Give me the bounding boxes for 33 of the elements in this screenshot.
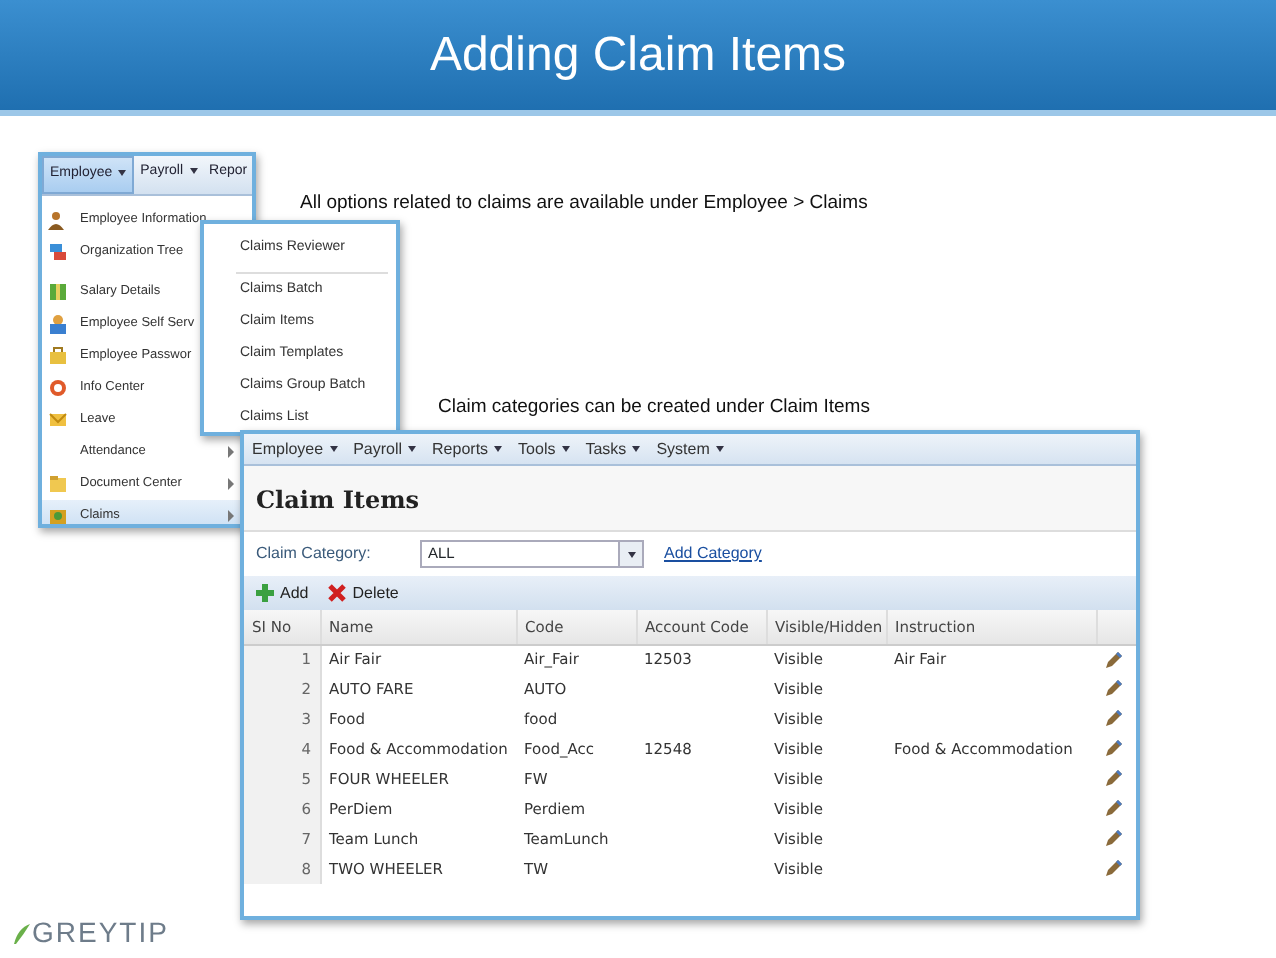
caption: Claim categories can be created under Claim Items [438, 394, 870, 422]
tree-icon [48, 241, 68, 261]
envelope-icon [48, 409, 68, 429]
plus-icon [256, 584, 274, 602]
slide-title: Adding Claim Items [429, 31, 847, 79]
menu-tab[interactable]: System [648, 437, 732, 461]
logo-text: GREYTIP [32, 914, 169, 952]
menu-tab[interactable]: Payroll [345, 437, 425, 461]
pencil-icon[interactable] [1104, 800, 1122, 819]
ledger-icon [48, 281, 68, 301]
pencil-icon[interactable] [1104, 651, 1122, 670]
delete-icon [328, 584, 347, 602]
page-heading: Claim Items [244, 466, 1136, 532]
field-label: Claim Category: [256, 542, 373, 566]
caption: All options related to claims are available under Employee > Claims [300, 190, 868, 218]
pencil-icon[interactable] [1104, 830, 1122, 849]
add-category-link[interactable]: Add Category [664, 542, 762, 566]
pencil-icon[interactable] [1104, 740, 1122, 759]
person-icon [48, 313, 68, 333]
pencil-icon[interactable] [1104, 860, 1122, 879]
pencil-icon[interactable] [1104, 710, 1122, 729]
pencil-icon[interactable] [1104, 680, 1122, 699]
menu-tab[interactable]: Tasks [577, 437, 649, 461]
menu-tab[interactable]: Employee [244, 437, 346, 461]
menu-tab[interactable]: Reports [424, 437, 511, 461]
delete-button[interactable]: Delete [328, 581, 399, 605]
person-icon [48, 209, 68, 229]
pencil-icon[interactable] [1104, 770, 1122, 789]
folder-icon [48, 473, 68, 493]
ring-icon [48, 377, 68, 397]
leaf-icon [12, 921, 32, 945]
add-button[interactable]: Add [256, 581, 309, 605]
menu-tab[interactable]: Tools [510, 437, 578, 461]
